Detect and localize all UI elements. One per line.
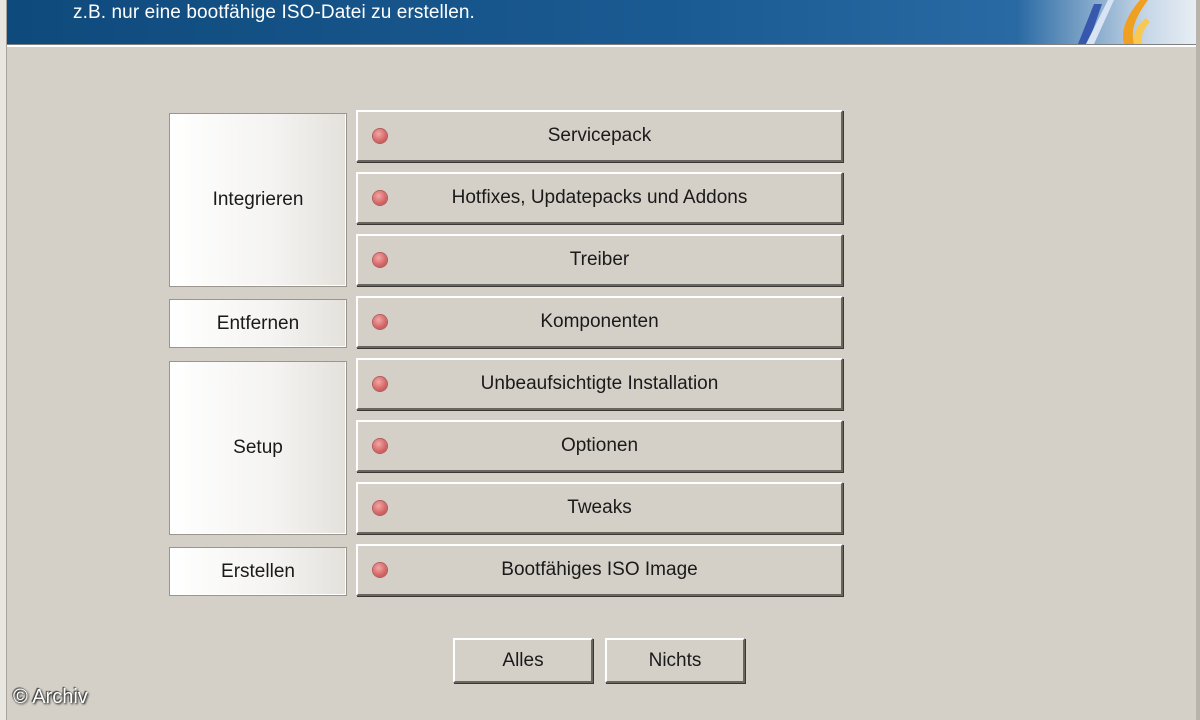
button-label: Tweaks [567, 497, 632, 518]
button-label: Servicepack [547, 125, 652, 146]
status-indicator-icon [373, 501, 387, 515]
status-indicator-icon [373, 439, 387, 453]
button-label: Hotfixes, Updatepacks und Addons [451, 187, 748, 208]
status-indicator-icon [373, 191, 387, 205]
group-label: Entfernen [216, 312, 300, 334]
button-label: Unbeaufsichtigte Installation [480, 373, 719, 394]
servicepack-button[interactable]: Servicepack [356, 110, 843, 162]
group-entfernen: Entfernen [169, 299, 347, 348]
komponenten-button[interactable]: Komponenten [356, 296, 843, 348]
header-banner: z.B. nur eine bootfähige ISO-Datei zu er… [7, 0, 1196, 44]
group-label: Setup [233, 437, 283, 458]
group-integrieren: Integrieren [169, 113, 347, 287]
status-indicator-icon [373, 377, 387, 391]
button-label: Komponenten [540, 311, 659, 332]
status-indicator-icon [373, 129, 387, 143]
hotfixes-button[interactable]: Hotfixes, Updatepacks und Addons [356, 172, 843, 224]
button-label: Alles [502, 649, 544, 671]
group-setup: Setup [169, 361, 347, 535]
status-indicator-icon [373, 253, 387, 267]
app-logo-icon [1078, 0, 1150, 44]
unattended-installation-button[interactable]: Unbeaufsichtigte Installation [356, 358, 843, 410]
button-label: Optionen [560, 435, 639, 456]
status-indicator-icon [373, 315, 387, 329]
button-label: Treiber [569, 249, 630, 270]
group-label: Integrieren [212, 189, 304, 210]
select-none-button[interactable]: Nichts [605, 638, 745, 683]
treiber-button[interactable]: Treiber [356, 234, 843, 286]
tweaks-button[interactable]: Tweaks [356, 482, 843, 534]
optionen-button[interactable]: Optionen [356, 420, 843, 472]
button-label: Nichts [648, 649, 702, 671]
group-label: Erstellen [221, 560, 295, 582]
window-frame-right [1196, 0, 1200, 720]
group-erstellen: Erstellen [169, 547, 347, 596]
button-label: Bootfähiges ISO Image [501, 559, 698, 580]
select-all-button[interactable]: Alles [453, 638, 593, 683]
banner-text: z.B. nur eine bootfähige ISO-Datei zu er… [73, 2, 475, 23]
window-frame-left [0, 0, 7, 720]
bootable-iso-button[interactable]: Bootfähiges ISO Image [356, 544, 843, 596]
copyright-watermark: © Archiv [13, 686, 88, 708]
header-separator [7, 44, 1196, 47]
status-indicator-icon [373, 563, 387, 577]
